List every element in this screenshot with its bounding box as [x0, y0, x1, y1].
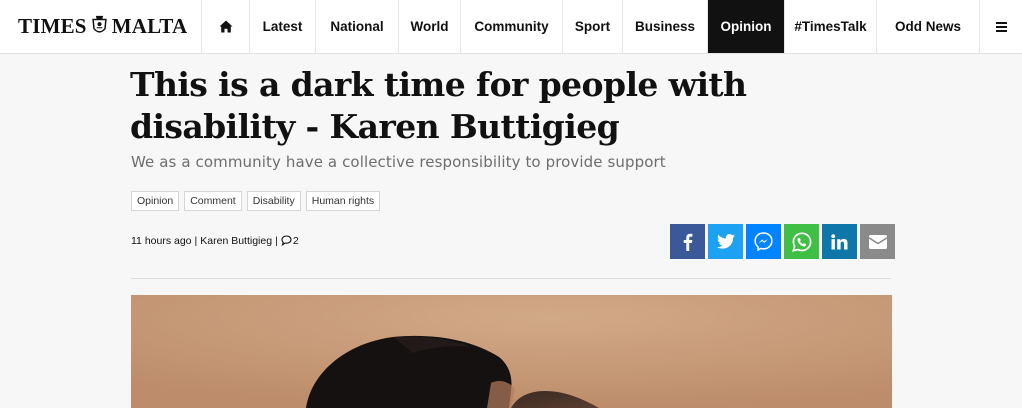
- email-icon: [868, 234, 887, 249]
- nav-item-latest[interactable]: Latest: [250, 0, 316, 53]
- share-whatsapp-button[interactable]: [784, 224, 819, 259]
- nav-item-opinion[interactable]: Opinion: [708, 0, 785, 53]
- crest-icon: [91, 15, 107, 33]
- menu-button[interactable]: [980, 0, 1022, 53]
- divider: [131, 278, 891, 279]
- meta-separator: |: [194, 235, 198, 247]
- facebook-icon: [683, 233, 692, 251]
- article-tags: Opinion Comment Disability Human rights: [131, 191, 381, 211]
- share-linkedin-button[interactable]: [822, 224, 857, 259]
- article-subtitle: We as a community have a collective resp…: [131, 153, 666, 171]
- share-email-button[interactable]: [860, 224, 895, 259]
- logo-text-left: TIMES: [18, 14, 87, 38]
- section-nav: Latest National World Community Sport Bu…: [250, 0, 980, 53]
- comments-link[interactable]: 2: [281, 235, 299, 247]
- share-bar: [670, 224, 895, 259]
- hero-photo: [131, 295, 892, 408]
- nav-item-odd-news[interactable]: Odd News: [877, 0, 980, 53]
- share-messenger-button[interactable]: [746, 224, 781, 259]
- author-link[interactable]: Karen Buttigieg: [200, 235, 272, 247]
- nav-item-community[interactable]: Community: [461, 0, 563, 53]
- tag-human-rights[interactable]: Human rights: [305, 191, 381, 211]
- article-title: This is a dark time for people with disa…: [130, 65, 747, 146]
- logo-text: TIMES MALTA: [18, 14, 187, 39]
- meta-separator: |: [275, 235, 278, 247]
- twitter-icon: [716, 234, 735, 249]
- whatsapp-icon: [791, 231, 811, 252]
- site-logo[interactable]: TIMES MALTA: [0, 0, 202, 53]
- comment-count: 2: [292, 235, 299, 247]
- tag-disability[interactable]: Disability: [246, 191, 301, 211]
- publish-time: 11 hours ago: [131, 235, 192, 247]
- nav-item-world[interactable]: World: [399, 0, 461, 53]
- logo-text-right: MALTA: [111, 14, 188, 38]
- tag-opinion[interactable]: Opinion: [131, 191, 180, 211]
- home-icon: [219, 20, 232, 33]
- linkedin-icon: [831, 233, 848, 249]
- comment-icon: [281, 235, 292, 246]
- messenger-icon: [754, 232, 773, 251]
- share-twitter-button[interactable]: [708, 224, 743, 259]
- nav-item-timestalk[interactable]: #TimesTalk: [785, 0, 877, 53]
- tag-comment[interactable]: Comment: [184, 191, 242, 211]
- share-facebook-button[interactable]: [670, 224, 705, 259]
- nav-item-sport[interactable]: Sport: [563, 0, 623, 53]
- nav-item-national[interactable]: National: [316, 0, 399, 53]
- home-button[interactable]: [202, 0, 250, 53]
- hamburger-icon: [995, 21, 1007, 32]
- article-meta: 11 hours ago | Karen Buttigieg | 2: [131, 235, 299, 247]
- top-navigation: TIMES MALTA Latest National World Commun…: [0, 0, 1022, 54]
- nav-item-business[interactable]: Business: [623, 0, 708, 53]
- article-hero-image: [131, 295, 892, 408]
